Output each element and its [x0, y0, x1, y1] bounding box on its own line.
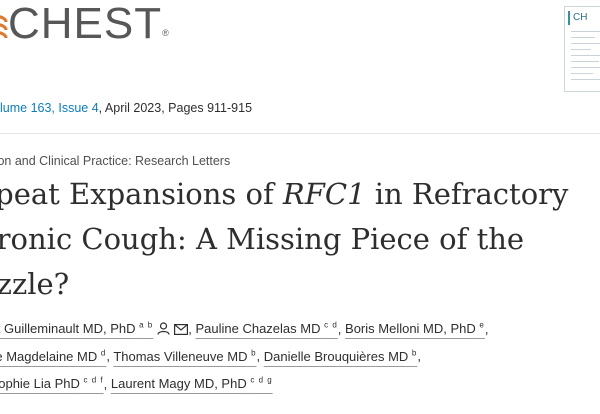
author-link[interactable]: Laurent Magy MD, PhD c d g — [111, 376, 273, 391]
envelope-icon[interactable] — [174, 324, 189, 336]
date-pages: , April 2023, Pages 911-915 — [98, 101, 253, 115]
article-title: epeat Expansions of RFC1 in Refractory h… — [0, 177, 569, 301]
cover-band: CH — [568, 11, 600, 25]
header-divider — [0, 133, 600, 134]
author-link[interactable]: inne Magdelaine MD d — [0, 348, 106, 363]
person-icon[interactable] — [157, 322, 170, 336]
author-link[interactable]: Pauline Chazelas MD c d — [195, 321, 337, 336]
author-link[interactable]: Thomas Villeneuve MD b — [113, 348, 256, 363]
article-section: cation and Clinical Practice: Research L… — [0, 154, 231, 168]
journal-logo[interactable]: CHEST® — [0, 0, 232, 52]
chest-logo-mark — [0, 15, 8, 39]
author-list: rent Guilleminault MD, PhD a b, Pauline … — [0, 314, 600, 396]
volume-issue-link[interactable]: lume 163, Issue 4 — [0, 101, 99, 115]
author-link[interactable]: Boris Melloni MD, PhD e — [345, 321, 485, 336]
journal-cover-thumbnail[interactable]: CH — [564, 6, 600, 92]
gene-name: RFC1 — [282, 177, 366, 211]
citation-line: lume 163, Issue 4, April 2023, Pages 911… — [0, 101, 252, 115]
author-link[interactable]: e-Sophie Lia PhD c d f — [0, 376, 104, 391]
journal-name: CHEST® — [8, 0, 169, 48]
author-link[interactable]: Danielle Brouquières MD b — [264, 348, 418, 363]
author-link[interactable]: rent Guilleminault MD, PhD a b — [0, 321, 153, 336]
